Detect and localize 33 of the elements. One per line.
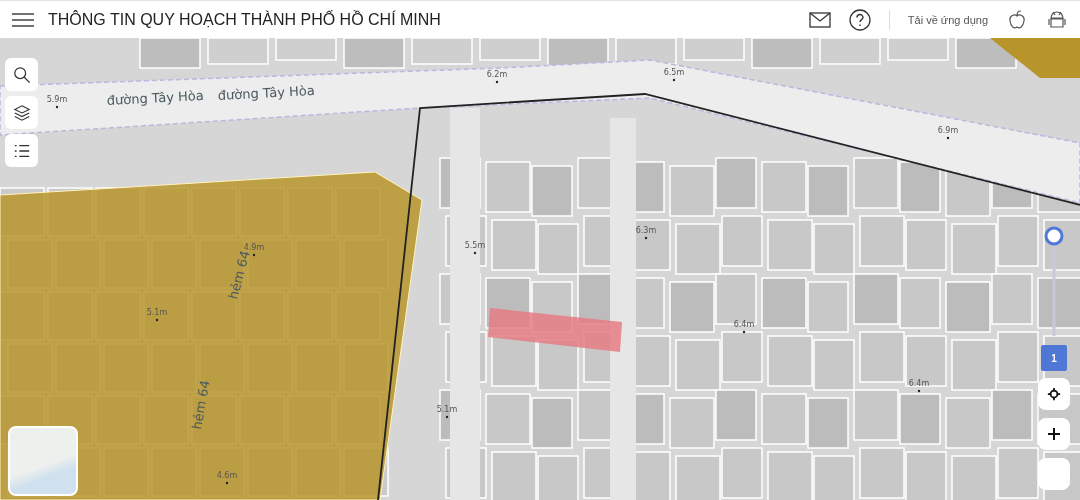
street-label: hẻm 64 [225,249,253,301]
android-icon[interactable] [1046,8,1068,31]
plus-icon [1047,427,1061,441]
elevation-label: 6.3m [635,226,657,235]
search-icon [12,65,31,84]
elevation-label: 6.9m [937,126,959,135]
elevation-label: 6.2m [486,70,508,79]
elevation-label: 4.9m [243,243,265,252]
zoom-level-badge: 1 [1041,345,1067,371]
elevation-label: 5.5m [464,241,486,250]
apple-icon[interactable] [1006,8,1028,31]
street-label: đường Tây Hòa [106,87,204,108]
elevation-label: 5.1m [146,308,168,317]
elevation-label: 6.4m [908,379,930,388]
legend-button[interactable] [5,134,38,167]
zoom-in-button[interactable] [1038,418,1070,450]
elevation-label: 5.1m [436,405,458,414]
layers-button[interactable] [5,96,38,129]
search-button[interactable] [5,58,38,91]
crosshair-icon [1047,387,1061,401]
download-app-link[interactable]: Tải về ứng dụng [907,13,988,26]
elevation-label: 6.4m [733,320,755,329]
menu-icon[interactable] [12,12,34,27]
locate-button[interactable] [1038,378,1070,410]
street-label: hẻm 64 [189,379,213,431]
minimap-thumbnail[interactable] [8,426,78,496]
layers-icon [12,103,31,122]
elevation-label: 6.5m [663,68,685,77]
street-label: đường Tây Hòa [217,82,315,103]
elevation-label: 5.9m [46,95,68,104]
help-icon[interactable] [848,8,871,31]
app-title: THÔNG TIN QUY HOẠCH THÀNH PHỐ HỒ CHÍ MINH [48,10,441,29]
elevation-label: 4.6m [216,471,238,480]
